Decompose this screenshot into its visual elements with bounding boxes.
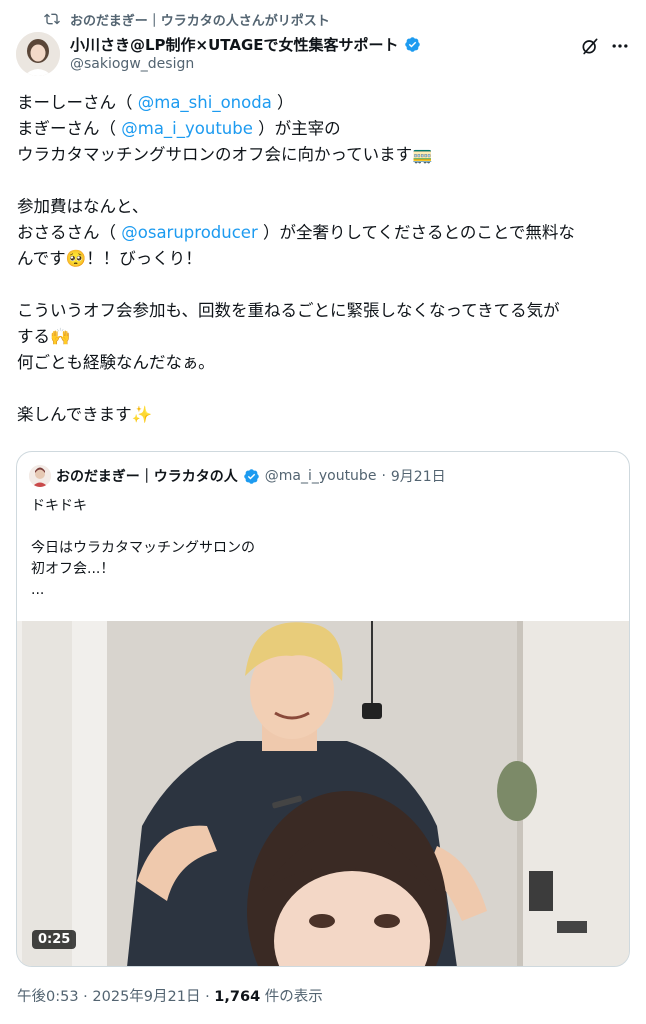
tweet-line: する🙌 [17, 327, 71, 346]
post-timestamp[interactable]: 午後0:53 · 2025年9月21日 · [17, 989, 214, 1005]
repost-icon [44, 13, 60, 25]
tweet-text: まーしーさん（ @ma_shi_onoda ） まぎーさん（ @ma_i_you… [17, 90, 631, 428]
more-options-icon[interactable] [610, 36, 630, 56]
quoted-line: ドキドキ [31, 498, 87, 514]
tweet-line: まぎーさん（ @ma_i_youtube ）が主宰の [17, 119, 341, 138]
tweet-line: 何ごとも経験なんだなぁ。 [17, 353, 215, 372]
quoted-line: ... [31, 582, 45, 598]
mention-link[interactable]: @ma_shi_onoda [138, 93, 272, 112]
quoted-tweet[interactable]: おのだまぎー｜ウラカタの人 @ma_i_youtube · 9月21日 ドキドキ… [16, 451, 630, 967]
video-duration-badge: 0:25 [32, 930, 77, 949]
quoted-video[interactable]: 0:25 [17, 621, 629, 966]
tweet-line: まーしーさん（ @ma_shi_onoda ） [17, 93, 294, 112]
author-name[interactable]: 小川さき@LP制作×UTAGEで女性集客サポート [70, 34, 399, 55]
repost-text: おのだまぎー｜ウラカタの人さんがリポスト [70, 13, 330, 29]
video-thumbnail-image [17, 621, 629, 966]
view-count-label: 件の表示 [260, 989, 323, 1005]
view-count: 1,764 [214, 989, 261, 1005]
tweet-line: おさるさん（ @osaruproducer ）が全奢りしてくださるとのことで無料… [17, 223, 575, 242]
verified-badge-icon [404, 37, 420, 52]
mention-link[interactable]: @osaruproducer [121, 223, 257, 242]
repost-indicator[interactable]: おのだまぎー｜ウラカタの人さんがリポスト [44, 9, 330, 29]
tweet-line: 参加費はなんと、 [17, 197, 149, 216]
quoted-line: 初オフ会...！ [31, 561, 115, 577]
mention-link[interactable]: @ma_i_youtube [121, 119, 253, 138]
author-avatar[interactable] [16, 32, 60, 76]
verified-badge-icon [243, 468, 259, 484]
quoted-tweet-header: おのだまぎー｜ウラカタの人 @ma_i_youtube · 9月21日 [29, 464, 446, 488]
quoted-avatar [29, 465, 51, 487]
tweet-author: 小川さき@LP制作×UTAGEで女性集客サポート @sakiogw_design [16, 32, 630, 78]
tweet-line: んです🥺！！びっくり！ [17, 249, 202, 268]
tweet-footer: 午後0:53 · 2025年9月21日 · 1,764 件の表示 [17, 985, 323, 1006]
quoted-author-name: おのだまぎー｜ウラカタの人 [56, 469, 238, 485]
tweet-line: こういうオフ会参加も、回数を重ねるごとに緊張しなくなってきてる気が [17, 301, 560, 320]
tweet-line: ウラカタマッチングサロンのオフ会に向かっています🚃 [17, 145, 433, 164]
quoted-line: 今日はウラカタマッチングサロンの [31, 540, 255, 556]
author-handle[interactable]: @sakiogw_design [70, 56, 194, 72]
author-name-row[interactable]: 小川さき@LP制作×UTAGEで女性集客サポート [70, 34, 421, 55]
meta-separator: · [381, 468, 386, 484]
tweet-line: 楽しんできます✨ [17, 405, 153, 424]
grok-icon[interactable] [580, 36, 600, 56]
quoted-date: 9月21日 [390, 469, 446, 485]
quoted-tweet-text: ドキドキ 今日はウラカタマッチングサロンの 初オフ会...！ ... [31, 496, 255, 601]
quoted-author-handle: @ma_i_youtube [264, 468, 377, 484]
